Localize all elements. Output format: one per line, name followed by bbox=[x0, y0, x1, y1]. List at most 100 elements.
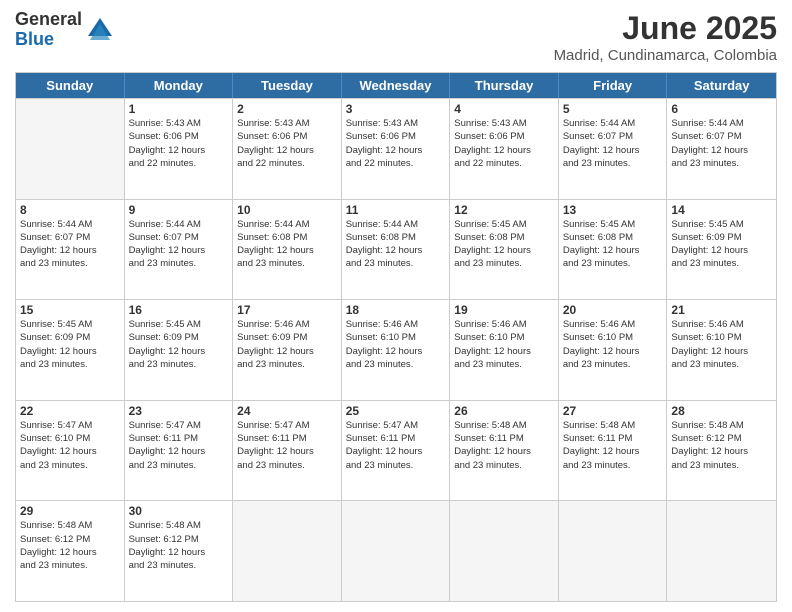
cell-text: and 23 minutes. bbox=[454, 257, 554, 270]
cell-text: Sunrise: 5:47 AM bbox=[237, 419, 337, 432]
cell-text: Daylight: 12 hours bbox=[346, 244, 446, 257]
cell-text: and 22 minutes. bbox=[237, 157, 337, 170]
cell-text: Sunrise: 5:46 AM bbox=[237, 318, 337, 331]
cell-text: and 23 minutes. bbox=[20, 358, 120, 371]
cell-text: Daylight: 12 hours bbox=[563, 144, 663, 157]
day-number: 24 bbox=[237, 404, 337, 418]
cell-text: and 23 minutes. bbox=[20, 257, 120, 270]
cell-text: Sunset: 6:10 PM bbox=[671, 331, 772, 344]
cell-text: Sunrise: 5:47 AM bbox=[129, 419, 229, 432]
day-number: 22 bbox=[20, 404, 120, 418]
logo-general: General bbox=[15, 10, 82, 30]
cell-text: and 23 minutes. bbox=[346, 459, 446, 472]
cal-cell-9: 9Sunrise: 5:44 AMSunset: 6:07 PMDaylight… bbox=[125, 200, 234, 300]
calendar-header: SundayMondayTuesdayWednesdayThursdayFrid… bbox=[16, 73, 776, 98]
cell-text: Sunrise: 5:44 AM bbox=[129, 218, 229, 231]
title-section: June 2025 Madrid, Cundinamarca, Colombia bbox=[554, 10, 777, 64]
cell-text: Sunrise: 5:47 AM bbox=[346, 419, 446, 432]
cell-text: and 23 minutes. bbox=[671, 358, 772, 371]
calendar-body: 1Sunrise: 5:43 AMSunset: 6:06 PMDaylight… bbox=[16, 98, 776, 601]
cell-text: Daylight: 12 hours bbox=[671, 244, 772, 257]
cal-cell-empty-4-3 bbox=[342, 501, 451, 601]
day-number: 5 bbox=[563, 102, 663, 116]
cell-text: Sunrise: 5:48 AM bbox=[20, 519, 120, 532]
cell-text: Sunset: 6:07 PM bbox=[563, 130, 663, 143]
cell-text: Sunrise: 5:43 AM bbox=[129, 117, 229, 130]
month-title: June 2025 bbox=[554, 10, 777, 47]
cell-text: Sunset: 6:06 PM bbox=[129, 130, 229, 143]
cell-text: Sunrise: 5:45 AM bbox=[671, 218, 772, 231]
cell-text: Sunrise: 5:48 AM bbox=[671, 419, 772, 432]
cell-text: Sunset: 6:06 PM bbox=[237, 130, 337, 143]
cal-cell-29: 29Sunrise: 5:48 AMSunset: 6:12 PMDayligh… bbox=[16, 501, 125, 601]
day-number: 12 bbox=[454, 203, 554, 217]
cal-cell-21: 21Sunrise: 5:46 AMSunset: 6:10 PMDayligh… bbox=[667, 300, 776, 400]
cell-text: Sunset: 6:11 PM bbox=[129, 432, 229, 445]
cell-text: Daylight: 12 hours bbox=[20, 445, 120, 458]
day-number: 6 bbox=[671, 102, 772, 116]
cell-text: Sunset: 6:07 PM bbox=[20, 231, 120, 244]
cell-text: and 23 minutes. bbox=[237, 358, 337, 371]
cell-text: and 23 minutes. bbox=[563, 459, 663, 472]
cal-cell-11: 11Sunrise: 5:44 AMSunset: 6:08 PMDayligh… bbox=[342, 200, 451, 300]
cell-text: Sunset: 6:09 PM bbox=[237, 331, 337, 344]
cal-cell-18: 18Sunrise: 5:46 AMSunset: 6:10 PMDayligh… bbox=[342, 300, 451, 400]
cell-text: Daylight: 12 hours bbox=[20, 345, 120, 358]
cell-text: Daylight: 12 hours bbox=[454, 244, 554, 257]
cell-text: Sunset: 6:07 PM bbox=[129, 231, 229, 244]
header-day-wednesday: Wednesday bbox=[342, 73, 451, 98]
cell-text: and 22 minutes. bbox=[346, 157, 446, 170]
cal-cell-empty-4-6 bbox=[667, 501, 776, 601]
day-number: 18 bbox=[346, 303, 446, 317]
cell-text: Sunrise: 5:44 AM bbox=[563, 117, 663, 130]
day-number: 20 bbox=[563, 303, 663, 317]
cell-text: Sunset: 6:10 PM bbox=[454, 331, 554, 344]
cal-cell-16: 16Sunrise: 5:45 AMSunset: 6:09 PMDayligh… bbox=[125, 300, 234, 400]
cal-cell-30: 30Sunrise: 5:48 AMSunset: 6:12 PMDayligh… bbox=[125, 501, 234, 601]
header-day-saturday: Saturday bbox=[667, 73, 776, 98]
logo-text: General Blue bbox=[15, 10, 82, 50]
cal-cell-1: 1Sunrise: 5:43 AMSunset: 6:06 PMDaylight… bbox=[125, 99, 234, 199]
cell-text: Daylight: 12 hours bbox=[454, 445, 554, 458]
cell-text: Sunset: 6:10 PM bbox=[563, 331, 663, 344]
cell-text: Sunrise: 5:45 AM bbox=[563, 218, 663, 231]
cell-text: and 23 minutes. bbox=[346, 358, 446, 371]
cell-text: Sunset: 6:11 PM bbox=[563, 432, 663, 445]
cell-text: and 23 minutes. bbox=[454, 459, 554, 472]
cell-text: Daylight: 12 hours bbox=[237, 244, 337, 257]
cell-text: and 23 minutes. bbox=[671, 257, 772, 270]
day-number: 23 bbox=[129, 404, 229, 418]
day-number: 9 bbox=[129, 203, 229, 217]
cal-cell-17: 17Sunrise: 5:46 AMSunset: 6:09 PMDayligh… bbox=[233, 300, 342, 400]
cal-cell-24: 24Sunrise: 5:47 AMSunset: 6:11 PMDayligh… bbox=[233, 401, 342, 501]
header-day-tuesday: Tuesday bbox=[233, 73, 342, 98]
cell-text: and 23 minutes. bbox=[671, 157, 772, 170]
day-number: 15 bbox=[20, 303, 120, 317]
cell-text: Daylight: 12 hours bbox=[129, 244, 229, 257]
cell-text: Sunset: 6:06 PM bbox=[454, 130, 554, 143]
cell-text: Sunrise: 5:44 AM bbox=[237, 218, 337, 231]
cal-cell-2: 2Sunrise: 5:43 AMSunset: 6:06 PMDaylight… bbox=[233, 99, 342, 199]
header-day-thursday: Thursday bbox=[450, 73, 559, 98]
cal-cell-empty-0-0 bbox=[16, 99, 125, 199]
cell-text: Daylight: 12 hours bbox=[237, 144, 337, 157]
logo-blue: Blue bbox=[15, 30, 82, 50]
cell-text: and 23 minutes. bbox=[129, 358, 229, 371]
cell-text: Sunset: 6:08 PM bbox=[563, 231, 663, 244]
page: General Blue June 2025 Madrid, Cundinama… bbox=[0, 0, 792, 612]
cell-text: Sunrise: 5:48 AM bbox=[563, 419, 663, 432]
cell-text: Sunset: 6:12 PM bbox=[671, 432, 772, 445]
header-day-monday: Monday bbox=[125, 73, 234, 98]
cell-text: and 23 minutes. bbox=[454, 358, 554, 371]
cal-cell-22: 22Sunrise: 5:47 AMSunset: 6:10 PMDayligh… bbox=[16, 401, 125, 501]
cell-text: Daylight: 12 hours bbox=[346, 445, 446, 458]
cell-text: Daylight: 12 hours bbox=[129, 546, 229, 559]
cell-text: and 23 minutes. bbox=[563, 257, 663, 270]
cell-text: and 23 minutes. bbox=[563, 157, 663, 170]
cell-text: and 23 minutes. bbox=[129, 559, 229, 572]
cal-cell-13: 13Sunrise: 5:45 AMSunset: 6:08 PMDayligh… bbox=[559, 200, 668, 300]
day-number: 10 bbox=[237, 203, 337, 217]
cell-text: Sunrise: 5:46 AM bbox=[563, 318, 663, 331]
day-number: 11 bbox=[346, 203, 446, 217]
day-number: 2 bbox=[237, 102, 337, 116]
